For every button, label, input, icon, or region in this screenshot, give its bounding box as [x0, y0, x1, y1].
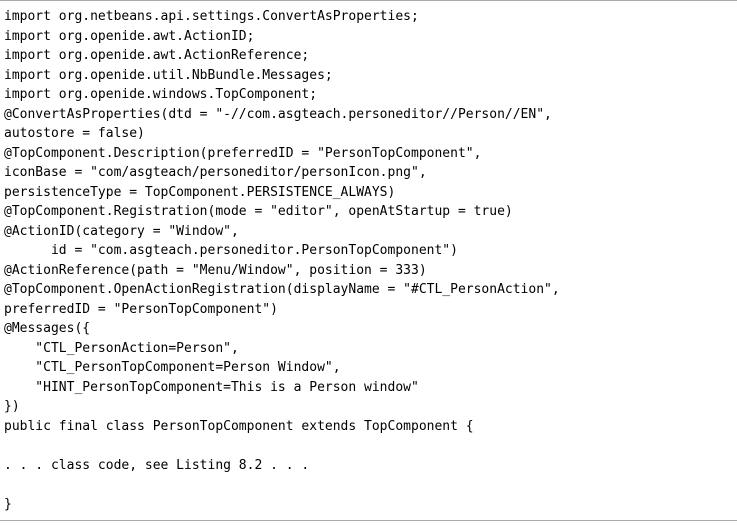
code-line: id = "com.asgteach.personeditor.PersonTo… — [4, 241, 733, 261]
code-line: } — [4, 495, 733, 515]
code-line: @ActionID(category = "Window", — [4, 222, 733, 242]
code-line: preferredID = "PersonTopComponent") — [4, 300, 733, 320]
code-line: import org.openide.windows.TopComponent; — [4, 85, 733, 105]
code-line: "HINT_PersonTopComponent=This is a Perso… — [4, 378, 733, 398]
code-line: @Messages({ — [4, 319, 733, 339]
code-line: import org.openide.awt.ActionReference; — [4, 46, 733, 66]
code-line: public final class PersonTopComponent ex… — [4, 417, 733, 437]
code-line: "CTL_PersonTopComponent=Person Window", — [4, 358, 733, 378]
code-line: @TopComponent.Description(preferredID = … — [4, 144, 733, 164]
code-line: }) — [4, 397, 733, 417]
code-line: autostore = false) — [4, 124, 733, 144]
code-line — [4, 436, 733, 456]
code-line: import org.openide.util.NbBundle.Message… — [4, 66, 733, 86]
code-line: . . . class code, see Listing 8.2 . . . — [4, 456, 733, 476]
code-line: import org.openide.awt.ActionID; — [4, 27, 733, 47]
code-line: @TopComponent.Registration(mode = "edito… — [4, 202, 733, 222]
code-line: @TopComponent.OpenActionRegistration(dis… — [4, 280, 733, 300]
code-line: persistenceType = TopComponent.PERSISTEN… — [4, 183, 733, 203]
code-line: @ActionReference(path = "Menu/Window", p… — [4, 261, 733, 281]
code-line — [4, 475, 733, 495]
code-line: @ConvertAsProperties(dtd = "-//com.asgte… — [4, 105, 733, 125]
code-listing: import org.netbeans.api.settings.Convert… — [0, 0, 737, 521]
code-line: iconBase = "com/asgteach/personeditor/pe… — [4, 163, 733, 183]
code-line: import org.netbeans.api.settings.Convert… — [4, 7, 733, 27]
code-line: "CTL_PersonAction=Person", — [4, 339, 733, 359]
